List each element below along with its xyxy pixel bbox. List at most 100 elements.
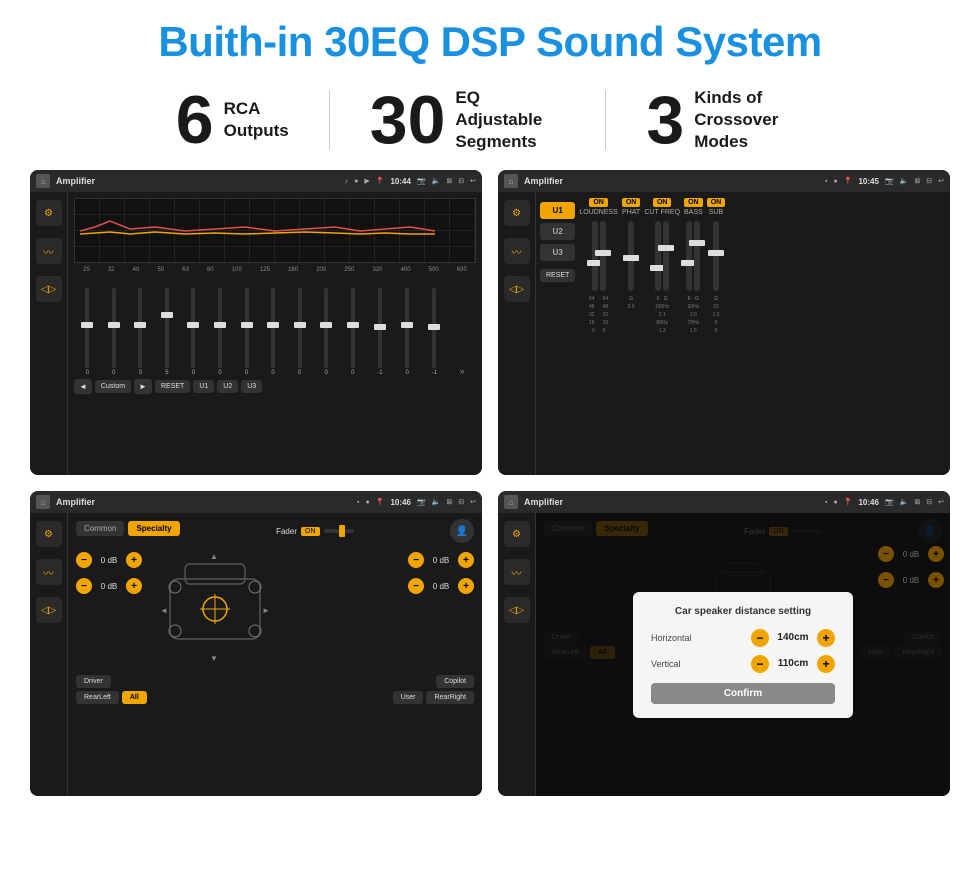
eq-thumb-5[interactable]: [214, 322, 226, 328]
fader-handle[interactable]: [339, 525, 345, 537]
cross-eq-btn[interactable]: ⚙: [504, 200, 530, 226]
eq-track-3[interactable]: [165, 288, 169, 368]
eq-reset-btn[interactable]: RESET: [155, 380, 190, 393]
eq-thumb-8[interactable]: [294, 322, 306, 328]
dist-vol-btn[interactable]: ◁▷: [504, 597, 530, 623]
loudness-on[interactable]: ON: [589, 198, 608, 207]
driver-btn[interactable]: Driver: [76, 675, 111, 688]
home-icon-2[interactable]: ⌂: [504, 174, 518, 188]
phat-on[interactable]: ON: [622, 198, 641, 207]
eq-u3-btn[interactable]: U3: [241, 380, 262, 393]
sub-slider[interactable]: [713, 221, 719, 291]
eq-track-9[interactable]: [324, 288, 328, 368]
eq-thumb-3[interactable]: [161, 312, 173, 318]
left-plus-1[interactable]: +: [126, 552, 142, 568]
cross-wave-btn[interactable]: 〰: [504, 238, 530, 264]
fader-bar[interactable]: [324, 529, 354, 533]
sub-on[interactable]: ON: [707, 198, 726, 207]
cutfreq-thumb-g[interactable]: [658, 245, 674, 251]
eq-thumb-1[interactable]: [108, 322, 120, 328]
fader-vol-btn[interactable]: ◁▷: [36, 597, 62, 623]
left-plus-2[interactable]: +: [126, 578, 142, 594]
cutfreq-slider-f[interactable]: [655, 221, 661, 291]
dist-wave-btn[interactable]: 〰: [504, 559, 530, 585]
sidebar-vol-btn[interactable]: ◁▷: [36, 276, 62, 302]
eq-thumb-7[interactable]: [267, 322, 279, 328]
eq-next-btn[interactable]: ►: [134, 379, 152, 394]
settings-icon[interactable]: 👤: [450, 519, 474, 543]
eq-track-7[interactable]: [271, 288, 275, 368]
bass-on[interactable]: ON: [684, 198, 703, 207]
eq-track-11[interactable]: [378, 288, 382, 368]
back-icon[interactable]: ↩: [470, 177, 476, 185]
eq-u2-btn[interactable]: U2: [217, 380, 238, 393]
eq-track-5[interactable]: [218, 288, 222, 368]
common-tab[interactable]: Common: [76, 521, 124, 536]
eq-prev-btn[interactable]: ◄: [74, 379, 92, 394]
home-icon-4[interactable]: ⌂: [504, 495, 518, 509]
all-btn[interactable]: All: [122, 691, 147, 704]
rearright-btn[interactable]: RearRight: [426, 691, 474, 704]
back4-icon[interactable]: ↩: [938, 498, 944, 506]
dist-eq-btn[interactable]: ⚙: [504, 521, 530, 547]
channel-u1[interactable]: U1: [540, 202, 575, 219]
eq-thumb-10[interactable]: [347, 322, 359, 328]
eq-u1-btn[interactable]: U1: [193, 380, 214, 393]
eq-thumb-4[interactable]: [187, 322, 199, 328]
crossover-reset[interactable]: RESET: [540, 269, 575, 282]
vertical-minus[interactable]: −: [751, 655, 769, 673]
left-minus-2[interactable]: −: [76, 578, 92, 594]
right-minus-2[interactable]: −: [408, 578, 424, 594]
eq-thumb-6[interactable]: [241, 322, 253, 328]
eq-track-10[interactable]: [351, 288, 355, 368]
eq-track-4[interactable]: [191, 288, 195, 368]
cutfreq-on[interactable]: ON: [653, 198, 672, 207]
fader-wave-btn[interactable]: 〰: [36, 559, 62, 585]
fader-eq-btn[interactable]: ⚙: [36, 521, 62, 547]
right-minus-1[interactable]: −: [408, 552, 424, 568]
eq-track-6[interactable]: [245, 288, 249, 368]
horizontal-minus[interactable]: −: [751, 629, 769, 647]
fader-on-badge[interactable]: ON: [301, 527, 320, 536]
loudness-slider-1[interactable]: [592, 221, 598, 291]
eq-thumb-2[interactable]: [134, 322, 146, 328]
left-minus-1[interactable]: −: [76, 552, 92, 568]
eq-thumb-13[interactable]: [428, 324, 440, 330]
eq-track-12[interactable]: [405, 288, 409, 368]
rearleft-btn[interactable]: RearLeft: [76, 691, 119, 704]
eq-track-1[interactable]: [112, 288, 116, 368]
eq-more-btn[interactable]: »: [460, 366, 465, 376]
confirm-button[interactable]: Confirm: [651, 683, 835, 704]
eq-thumb-0[interactable]: [81, 322, 93, 328]
eq-thumb-9[interactable]: [320, 322, 332, 328]
right-plus-2[interactable]: +: [458, 578, 474, 594]
eq-track-13[interactable]: [432, 288, 436, 368]
eq-track-2[interactable]: [138, 288, 142, 368]
phat-slider[interactable]: [628, 221, 634, 291]
specialty-tab[interactable]: Specialty: [128, 521, 179, 536]
eq-thumb-11[interactable]: [374, 324, 386, 330]
sidebar-eq-btn[interactable]: ⚙: [36, 200, 62, 226]
home-icon[interactable]: ⌂: [36, 174, 50, 188]
channel-u3[interactable]: U3: [540, 244, 575, 261]
eq-track-8[interactable]: [298, 288, 302, 368]
user-btn[interactable]: User: [393, 691, 424, 704]
copilot-btn[interactable]: Copilot: [436, 675, 474, 688]
loudness-slider-2[interactable]: [600, 221, 606, 291]
cutfreq-slider-g[interactable]: [663, 221, 669, 291]
vertical-plus[interactable]: +: [817, 655, 835, 673]
right-plus-1[interactable]: +: [458, 552, 474, 568]
sidebar-wave-btn[interactable]: 〰: [36, 238, 62, 264]
sub-thumb[interactable]: [708, 250, 724, 256]
loudness-thumb-2[interactable]: [595, 250, 611, 256]
back2-icon[interactable]: ↩: [938, 177, 944, 185]
home-icon-3[interactable]: ⌂: [36, 495, 50, 509]
cross-vol-btn[interactable]: ◁▷: [504, 276, 530, 302]
bass-thumb-g[interactable]: [689, 240, 705, 246]
eq-thumb-12[interactable]: [401, 322, 413, 328]
eq-track-0[interactable]: [85, 288, 89, 368]
phat-thumb[interactable]: [623, 255, 639, 261]
horizontal-plus[interactable]: +: [817, 629, 835, 647]
bass-slider-g[interactable]: [694, 221, 700, 291]
bass-slider-f[interactable]: [686, 221, 692, 291]
